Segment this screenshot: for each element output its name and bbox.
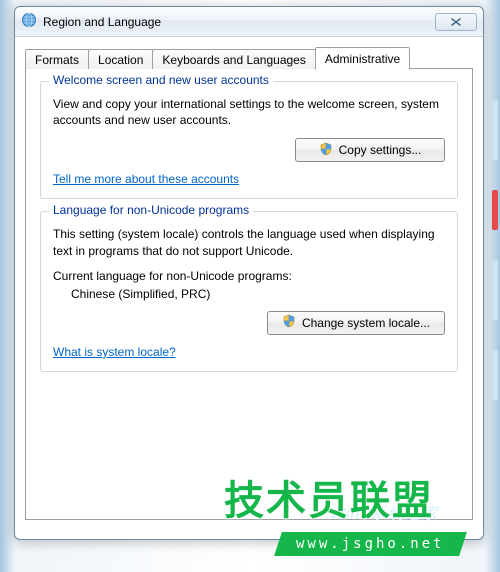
decoration — [492, 260, 498, 320]
copy-settings-button[interactable]: Copy settings... — [295, 138, 445, 162]
change-system-locale-button[interactable]: Change system locale... — [267, 311, 445, 335]
window-title: Region and Language — [43, 15, 435, 29]
group-legend: Welcome screen and new user accounts — [49, 73, 273, 87]
close-button[interactable] — [435, 13, 477, 31]
button-label: Change system locale... — [302, 316, 430, 330]
decoration — [492, 350, 498, 400]
decoration — [492, 190, 498, 230]
current-language-label: Current language for non-Unicode program… — [53, 269, 445, 283]
dialog-window: Region and Language Formats Location Key… — [14, 6, 484, 540]
tab-panel-administrative: Welcome screen and new user accounts Vie… — [25, 68, 473, 520]
link-what-is-system-locale[interactable]: What is system locale? — [53, 345, 176, 359]
tab-strip: Formats Location Keyboards and Languages… — [25, 45, 473, 69]
button-label: Copy settings... — [339, 143, 422, 157]
close-icon — [450, 17, 462, 27]
tab-location[interactable]: Location — [88, 49, 153, 69]
tab-formats[interactable]: Formats — [25, 49, 89, 69]
current-language-value: Chinese (Simplified, PRC) — [71, 287, 445, 301]
group-non-unicode: Language for non-Unicode programs This s… — [40, 211, 458, 371]
group-description: View and copy your international setting… — [53, 96, 445, 128]
tab-administrative[interactable]: Administrative — [315, 47, 410, 70]
group-description: This setting (system locale) controls th… — [53, 226, 445, 258]
decoration — [492, 100, 498, 160]
titlebar[interactable]: Region and Language — [15, 7, 483, 37]
tab-keyboards-languages[interactable]: Keyboards and Languages — [152, 49, 315, 69]
group-welcome-screen: Welcome screen and new user accounts Vie… — [40, 81, 458, 199]
shield-icon — [282, 314, 296, 331]
shield-icon — [319, 142, 333, 159]
group-legend: Language for non-Unicode programs — [49, 203, 253, 217]
dialog-body: Formats Location Keyboards and Languages… — [15, 37, 483, 530]
link-tell-me-more[interactable]: Tell me more about these accounts — [53, 172, 239, 186]
globe-icon — [21, 12, 43, 31]
